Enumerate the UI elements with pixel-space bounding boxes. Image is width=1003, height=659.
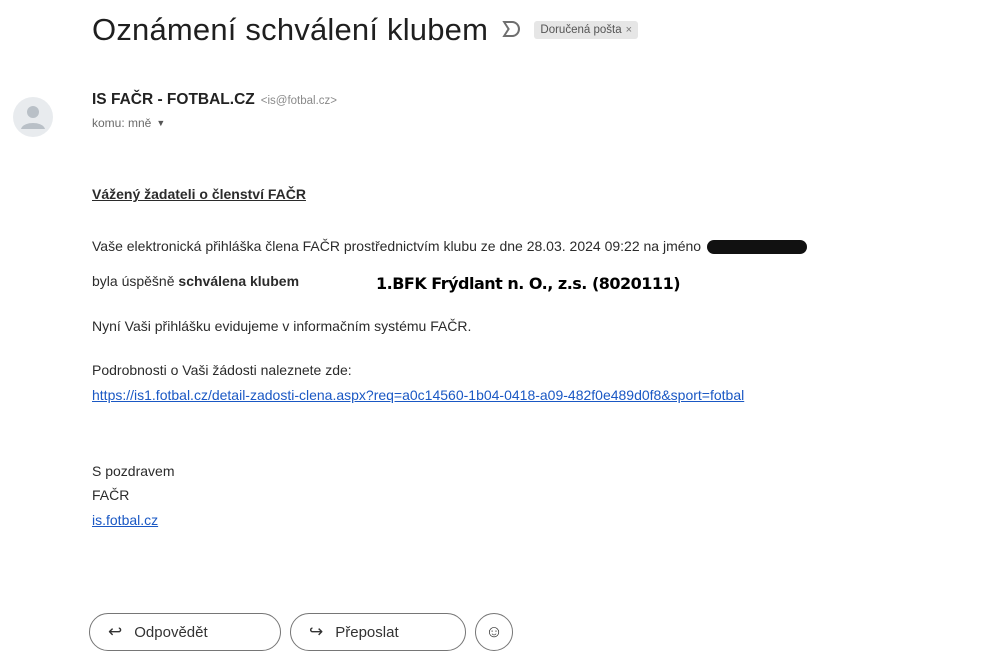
club-name: 1.BFK Frýdlant n. O., z.s. (8020111) [376, 274, 681, 293]
sender-email: <is@fotbal.cz> [260, 95, 337, 107]
caret-down-icon[interactable]: ▼ [156, 118, 165, 128]
application-detail-link[interactable]: https://is1.fotbal.cz/detail-zadosti-cle… [92, 387, 744, 403]
recipient-details-toggle[interactable]: komu: mně ▼ [92, 116, 337, 130]
redacted-name [707, 240, 808, 255]
remove-label-icon[interactable]: × [626, 24, 632, 36]
email-paragraph-details: Podrobnosti o Vaši žádosti naleznete zde… [92, 362, 352, 378]
inbox-label-chip[interactable]: Doručená pošta × [534, 21, 639, 39]
email-paragraph-registry: Nyní Vaši přihlášku evidujeme v informač… [92, 318, 472, 334]
email-paragraph-approval: byla úspěšně schválena klubem [92, 273, 299, 289]
sender-avatar [13, 97, 53, 137]
signature-website-link[interactable]: is.fotbal.cz [92, 512, 158, 528]
sender-info: IS FAČR - FOTBAL.CZ <is@fotbal.cz> komu:… [92, 91, 337, 130]
approval-prefix: byla úspěšně [92, 273, 179, 289]
importance-marker-icon[interactable]: ᗤ [501, 17, 521, 43]
forward-button[interactable]: ↪ Přeposlat [290, 613, 466, 651]
recipient-label: komu: mně [92, 116, 152, 130]
forward-arrow-icon: ↪ [309, 622, 324, 641]
approval-bold: schválena klubem [178, 273, 300, 289]
sender-name[interactable]: IS FAČR - FOTBAL.CZ [92, 91, 255, 109]
email-actions: ↩ Odpovědět ↪ Přeposlat ☺ [89, 613, 513, 651]
email-subject: Oznámení schválení klubem [92, 12, 489, 47]
smiley-icon: ☺ [485, 622, 503, 641]
reply-label: Odpovědět [134, 623, 208, 641]
reply-arrow-icon: ↩ [108, 622, 123, 641]
signature-org: FAČR [92, 487, 130, 503]
reply-button[interactable]: ↩ Odpovědět [89, 613, 281, 651]
signature-greeting: S pozdravem [92, 463, 175, 479]
email-subject-bar: Oznámení schválení klubem ᗤ Doručená poš… [92, 12, 639, 48]
email-greeting: Vážený žadateli o členství FAČR [92, 186, 306, 202]
application-text: Vaše elektronická přihláška člena FAČR p… [92, 238, 702, 254]
email-paragraph-application: Vaše elektronická přihláška člena FAČR p… [92, 238, 808, 255]
default-avatar-icon [21, 106, 45, 129]
emoji-reaction-button[interactable]: ☺ [475, 613, 513, 651]
inbox-label-text: Doručená pošta [540, 24, 622, 36]
forward-label: Přeposlat [335, 623, 399, 641]
